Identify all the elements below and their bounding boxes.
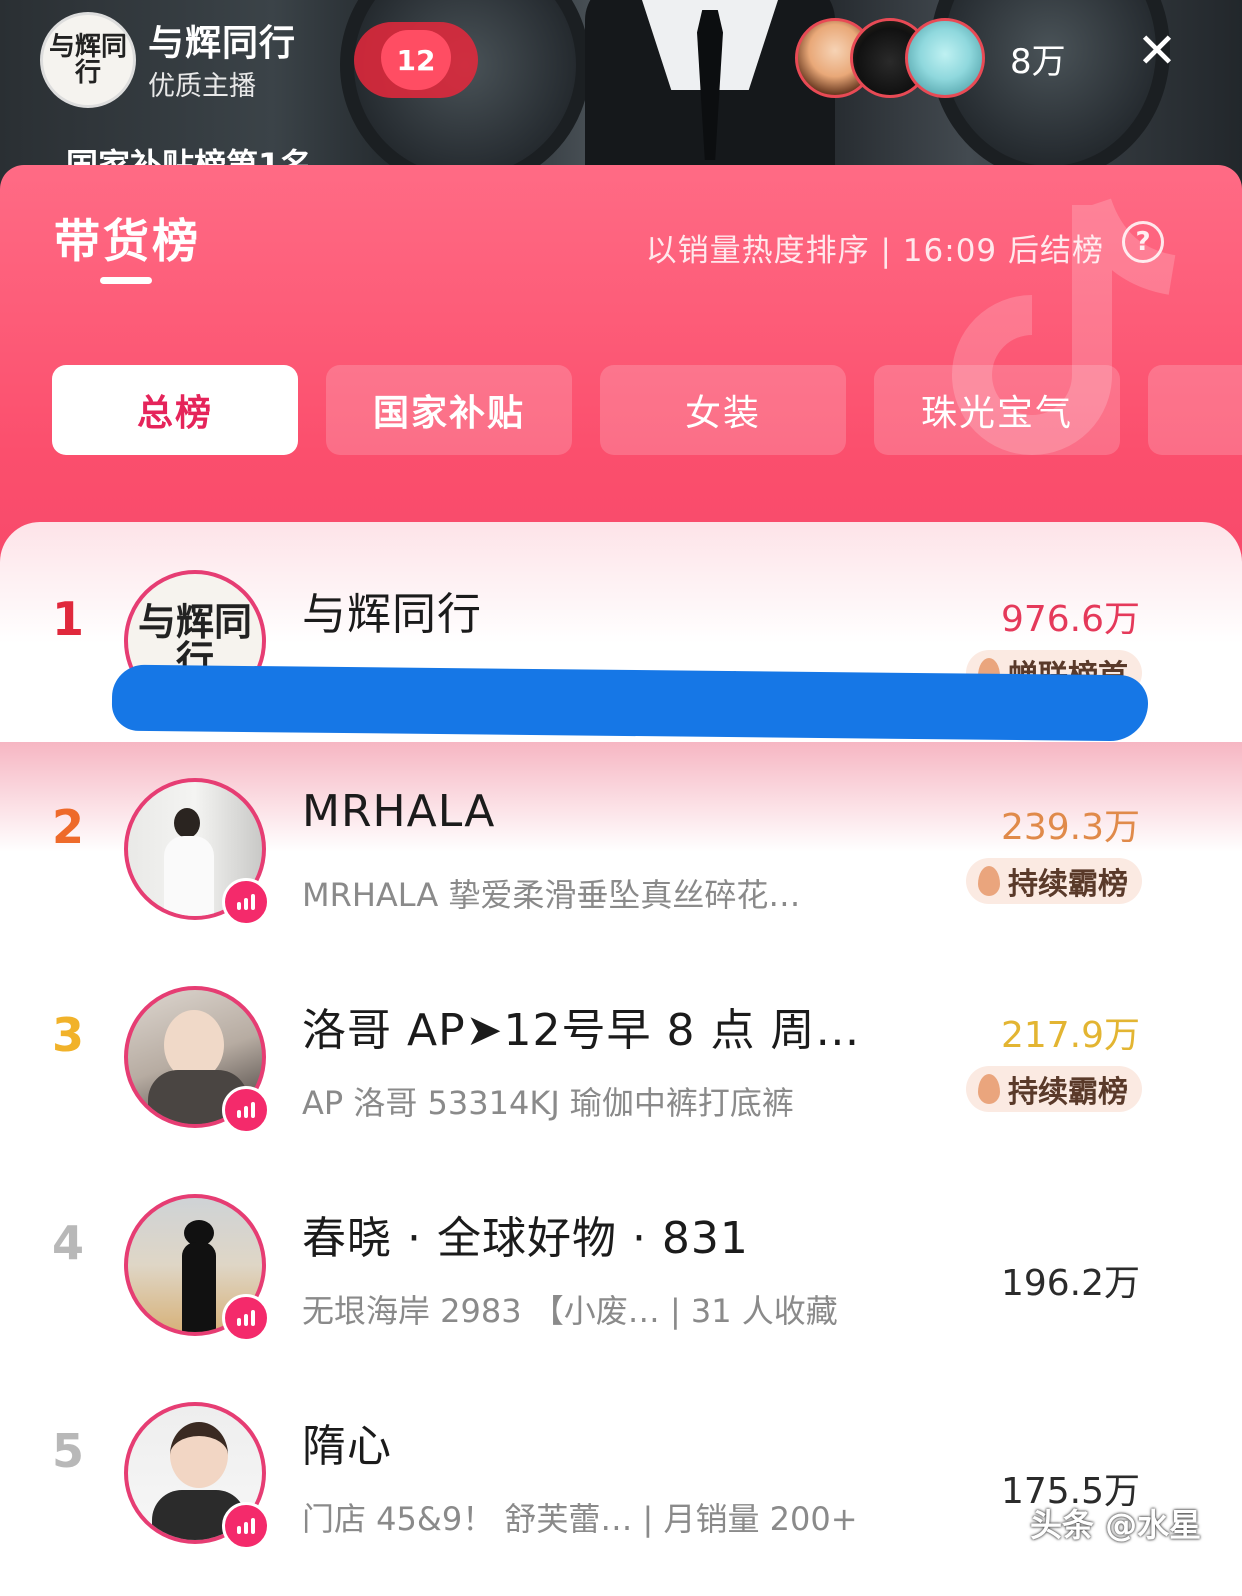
host-figure bbox=[585, 0, 835, 190]
live-indicator-icon bbox=[222, 1086, 270, 1134]
tab-jewelry[interactable]: 珠光宝气 bbox=[874, 365, 1120, 455]
host-tag: 优质主播 bbox=[148, 71, 256, 102]
host-name[interactable]: 与辉同行 bbox=[148, 14, 296, 66]
sales-score: 196.2万 bbox=[1000, 1263, 1140, 1304]
streamer-name: 洛哥 AP➤12号早 8 点 周… bbox=[302, 1005, 861, 1056]
tab-national-subsidy[interactable]: 国家补贴 bbox=[326, 365, 572, 455]
close-icon[interactable]: ✕ bbox=[1132, 26, 1182, 76]
flame-icon bbox=[978, 866, 1000, 896]
product-desc: 无垠海岸 2983 【小废… | 31 人收藏 bbox=[302, 1292, 838, 1330]
streamer-name: 与辉同行 bbox=[302, 589, 482, 640]
rank-number: 4 bbox=[51, 1216, 84, 1270]
streamer-name: MRHALA bbox=[302, 786, 496, 837]
live-room-screen: 与辉同行 与辉同行 优质主播 12 8万 ✕ 国家补贴榜第1名 带货榜 以销量热… bbox=[0, 0, 1242, 1596]
product-desc: MRHALA 挚爱柔滑垂坠真丝碎花… bbox=[302, 876, 801, 914]
rank-number: 3 bbox=[51, 1008, 84, 1062]
viewer-avatar[interactable] bbox=[905, 18, 985, 98]
like-count: 12 bbox=[396, 43, 436, 77]
rank-number: 5 bbox=[51, 1424, 84, 1478]
streamer-name: 春晓 · 全球好物 · 831 bbox=[302, 1213, 749, 1264]
ranking-row-4[interactable]: 4 春晓 · 全球好物 · 831 无垠海岸 2983 【小废… | 31 人收… bbox=[0, 1164, 1242, 1372]
category-tabs: 总榜 国家补贴 女装 珠光宝气 美 bbox=[52, 365, 1242, 455]
streamer-name: 隋心 bbox=[302, 1421, 392, 1472]
flame-icon bbox=[978, 1074, 1000, 1104]
host-logo-text: 与辉同行 bbox=[48, 32, 127, 88]
help-icon[interactable]: ? bbox=[1122, 221, 1164, 263]
product-desc: AP 洛哥 53314KJ 瑜伽中裤打底裤 bbox=[302, 1084, 794, 1122]
title-underline bbox=[100, 277, 152, 284]
badge-label: 持续霸榜 bbox=[1008, 1075, 1128, 1110]
tab-overall[interactable]: 总榜 bbox=[52, 365, 298, 455]
tab-womens-wear[interactable]: 女装 bbox=[600, 365, 846, 455]
live-indicator-icon bbox=[222, 1502, 270, 1550]
status-badge: 持续霸榜 bbox=[966, 1066, 1142, 1112]
badge-label: 持续霸榜 bbox=[1008, 867, 1128, 902]
like-badge[interactable]: 12 bbox=[354, 22, 478, 98]
tab-beauty[interactable]: 美 bbox=[1148, 365, 1242, 455]
watermark: 头条 @水星 bbox=[1030, 1506, 1202, 1544]
rank-number: 2 bbox=[51, 800, 84, 854]
status-badge: 持续霸榜 bbox=[966, 858, 1142, 904]
ranking-row-3[interactable]: 3 洛哥 AP➤12号早 8 点 周… AP 洛哥 53314KJ 瑜伽中裤打底… bbox=[0, 956, 1242, 1164]
highlight-marker bbox=[111, 664, 1149, 742]
ranking-row-5[interactable]: 5 隋心 门店 45&9！ 舒芙蕾… | 月销量 200+ 175.5万 bbox=[0, 1372, 1242, 1580]
sales-score: 217.9万 bbox=[1000, 1015, 1140, 1056]
live-indicator-icon bbox=[222, 878, 270, 926]
ranking-row-2[interactable]: 2 MRHALA MRHALA 挚爱柔滑垂坠真丝碎花… 239.3万 持续霸榜 bbox=[0, 748, 1242, 956]
viewer-count[interactable]: 8万 bbox=[1010, 34, 1066, 83]
product-desc: 门店 45&9！ 舒芙蕾… | 月销量 200+ bbox=[302, 1500, 858, 1538]
live-indicator-icon bbox=[222, 1294, 270, 1342]
heart-icon: 12 bbox=[381, 30, 451, 90]
host-avatar[interactable]: 与辉同行 bbox=[40, 12, 136, 108]
panel-title: 带货榜 bbox=[54, 214, 201, 268]
panel-subtitle: 以销量热度排序 | 16:09 后结榜 bbox=[645, 233, 1104, 269]
sales-score: 239.3万 bbox=[1000, 807, 1140, 848]
rank-number: 1 bbox=[51, 592, 84, 646]
sales-score: 976.6万 bbox=[1000, 599, 1140, 640]
